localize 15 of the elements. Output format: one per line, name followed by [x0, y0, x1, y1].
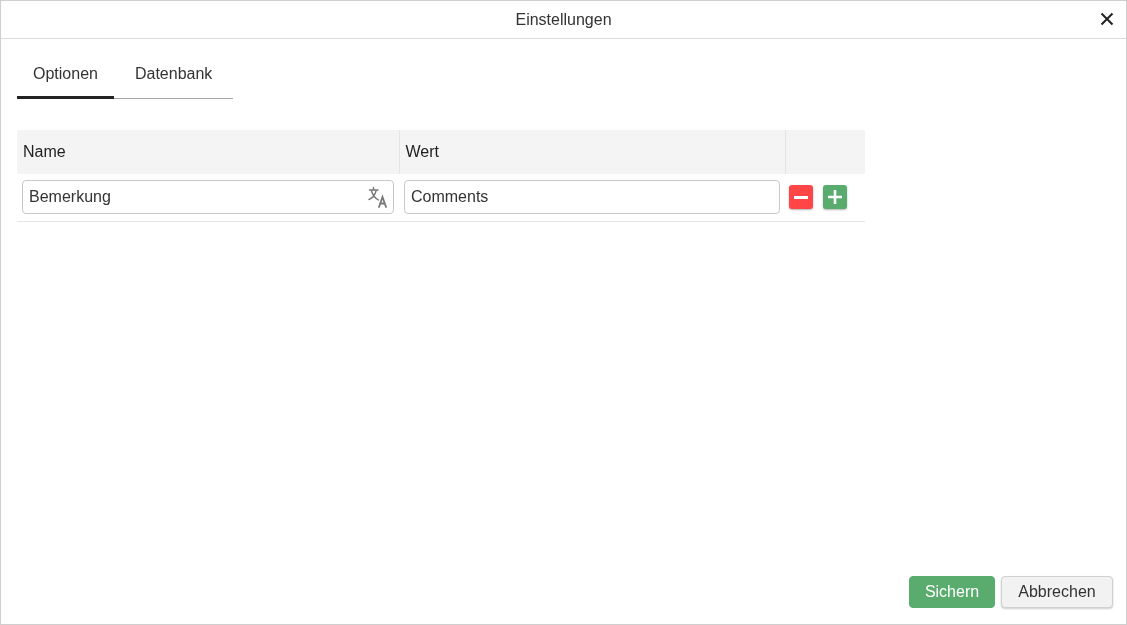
close-button[interactable]	[1100, 12, 1114, 26]
translate-icon	[368, 186, 390, 209]
tab[interactable]: Datenbank	[113, 52, 234, 99]
column-header: Name	[17, 130, 399, 174]
minus-icon	[794, 195, 808, 199]
column-header: Wert	[399, 130, 785, 174]
plus-icon	[828, 190, 842, 205]
close-icon	[1100, 12, 1114, 26]
remove-button[interactable]	[789, 185, 813, 210]
text-field[interactable]: Bemerkung	[22, 180, 394, 215]
text-field[interactable]: Comments	[404, 180, 780, 215]
cancel-button[interactable]: Abbrechen	[1001, 576, 1113, 608]
window-title: Einstellungen	[515, 9, 612, 30]
add-button[interactable]	[823, 185, 847, 210]
tab[interactable]: Optionen	[17, 52, 114, 99]
